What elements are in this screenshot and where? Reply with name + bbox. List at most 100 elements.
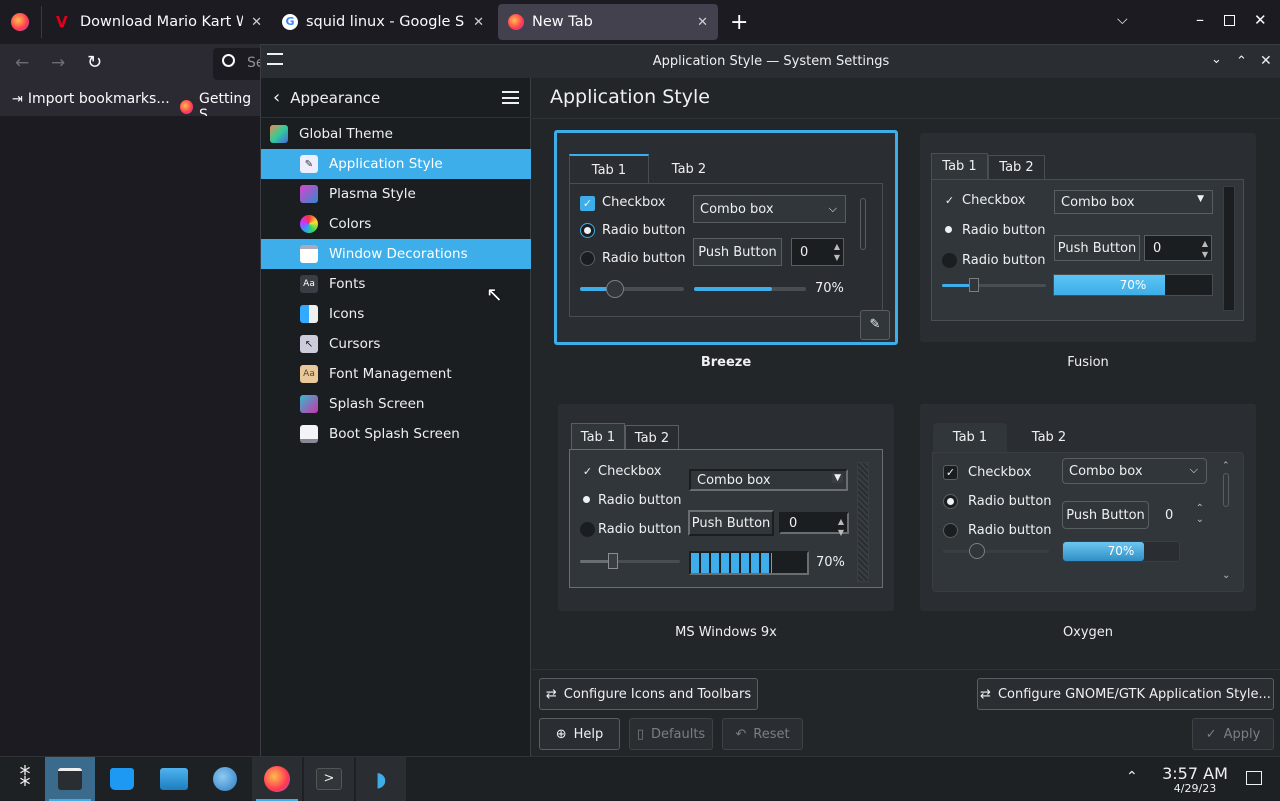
push-label: Push Button [1066, 507, 1145, 523]
header-divider [532, 118, 1280, 119]
button-label: Apply [1223, 726, 1261, 742]
firefox-icon [180, 100, 194, 114]
browser-globe-icon[interactable] [200, 757, 250, 801]
button-label: Configure Icons and Toolbars [563, 686, 752, 702]
icons-icon [300, 305, 318, 323]
preview-push-button: Push Button [1062, 501, 1149, 529]
sidebar-item-label: Plasma Style [329, 186, 416, 202]
system-settings-icon[interactable] [45, 757, 95, 801]
preview-radio-on [943, 494, 958, 509]
preview-checkbox: ✓ [580, 196, 595, 211]
minimize-chevron-icon[interactable]: ⌄ [1211, 52, 1222, 67]
close-icon[interactable]: ✕ [1254, 11, 1267, 29]
preview-checkbox-label: Checkbox [962, 193, 1026, 208]
back-chevron-icon[interactable]: ‹ [273, 87, 280, 108]
style-name-breeze: Breeze [700, 355, 752, 370]
show-desktop-icon[interactable] [1246, 771, 1262, 785]
footer-divider [532, 669, 1280, 670]
sidebar-item-font-management[interactable]: Aa Font Management [261, 359, 531, 389]
settings-sidebar: ‹ Appearance Global Theme ✎ Application … [261, 78, 531, 757]
configure-gtk-style-button[interactable]: ⇄ Configure GNOME/GTK Application Style..… [977, 678, 1274, 710]
mariokart-icon: V [56, 14, 72, 30]
file-manager-icon[interactable] [149, 757, 199, 801]
preview-spinbox: 0 ▲ ▼ [779, 512, 849, 537]
slider-knob [969, 543, 985, 559]
system-tray-expand-chevron-icon[interactable]: ⌃ [1126, 769, 1138, 785]
preview-slider [943, 550, 1049, 553]
spin-arrows-icon: ▲ ▼ [1201, 239, 1208, 259]
preview-radio-label: Radio button [962, 223, 1046, 238]
tab-label: Tab 1 [580, 429, 616, 445]
preview-checkbox-label: Checkbox [598, 464, 662, 479]
sidebar-item-cursors[interactable]: ↖ Cursors [261, 329, 531, 359]
preview-frame: ✓ Checkbox Radio button Radio button Com… [569, 449, 883, 588]
spin-value: 0 [800, 244, 809, 260]
bookmarks-toolbar: ⇥ Import bookmarks... Getting S [0, 84, 260, 123]
sidebar-item-splash-screen[interactable]: Splash Screen [261, 389, 531, 419]
browser-tab-google[interactable]: G squid linux - Google Search ✕ [272, 4, 494, 40]
bookmark-import[interactable]: ⇥ Import bookmarks... [12, 91, 170, 107]
sidebar-item-colors[interactable]: Colors [261, 209, 531, 239]
maximize-chevron-icon[interactable]: ⌃ [1236, 54, 1247, 69]
preview-scrollbar [1223, 186, 1235, 311]
preview-slider [580, 287, 684, 291]
style-card-breeze[interactable]: Tab 1 Tab 2 ✓ Checkbox Radio button Radi… [554, 130, 898, 345]
combo-label: Combo box [697, 472, 771, 488]
edit-pencil-icon[interactable]: ✎ [860, 310, 890, 340]
sidebar-item-global-theme[interactable]: Global Theme [261, 119, 531, 149]
terminal-icon[interactable]: > [304, 757, 354, 801]
minimize-icon[interactable]: – [1196, 10, 1204, 29]
hamburger-menu-icon[interactable] [502, 91, 519, 104]
browser-tab-mario-kart[interactable]: V Download Mario Kart Wii ✕ [46, 4, 272, 40]
sidebar-item-label: Fonts [329, 276, 366, 292]
push-label: Push Button [698, 244, 777, 260]
tab-label: Tab 2 [1031, 430, 1067, 445]
preview-progress-label: 70% [1119, 278, 1147, 292]
preview-progress: 70% [1062, 541, 1180, 562]
reload-icon[interactable]: ↻ [87, 52, 102, 73]
clock-date[interactable]: 4/29/23 [1152, 782, 1238, 795]
defaults-button[interactable]: ▯ Defaults [629, 718, 713, 750]
maximize-icon[interactable] [1224, 15, 1235, 26]
sidebar-item-application-style[interactable]: ✎ Application Style [261, 149, 531, 179]
chevron-down-icon: ⌵ [1189, 463, 1198, 476]
sidebar-item-window-decorations[interactable]: Window Decorations [261, 239, 531, 269]
preview-radio-label: Radio button [602, 223, 686, 238]
preview-progress [689, 551, 809, 575]
style-card-oxygen[interactable]: Tab 1 Tab 2 ✓ Checkbox Radio button Radi… [920, 404, 1256, 611]
browser-tab-new-tab[interactable]: New Tab ✕ [498, 4, 718, 40]
back-arrow-icon[interactable]: ← [15, 53, 29, 73]
tab-label: Tab 2 [634, 430, 670, 446]
preview-spinbox: 0 ▲ ▼ [1144, 235, 1212, 261]
reset-button[interactable]: ↶ Reset [722, 718, 803, 750]
style-card-ms-windows-9x[interactable]: Tab 1 Tab 2 ✓ Checkbox Radio button Radi… [558, 404, 894, 611]
new-tab-plus-icon[interactable]: + [730, 10, 748, 35]
list-all-tabs-chevron-icon[interactable]: ⌵ [1117, 12, 1128, 28]
slider-knob [608, 553, 618, 569]
plasma-style-icon [300, 185, 318, 203]
style-card-fusion[interactable]: Tab 1 Tab 2 ✓ Checkbox Radio button Radi… [920, 133, 1256, 342]
clock-time[interactable]: 3:57 AM [1152, 764, 1238, 783]
firefox-view-icon[interactable] [11, 13, 29, 31]
chevron-down-icon: ⌵ [828, 202, 837, 215]
discover-icon[interactable] [97, 757, 147, 801]
apply-button[interactable]: ✓ Apply [1192, 718, 1274, 750]
close-icon[interactable]: ✕ [473, 15, 484, 30]
close-icon[interactable]: ✕ [251, 15, 262, 30]
sidebar-item-plasma-style[interactable]: Plasma Style [261, 179, 531, 209]
sidebar-item-label: Font Management [329, 366, 452, 382]
combo-label: Combo box [700, 201, 774, 217]
sidebar-item-boot-splash-screen[interactable]: Boot Splash Screen [261, 419, 531, 449]
configure-icons-toolbars-button[interactable]: ⇄ Configure Icons and Toolbars [539, 678, 758, 710]
forward-arrow-icon[interactable]: → [51, 53, 65, 73]
app-launcher-icon[interactable]: ⁑ [0, 757, 50, 801]
help-button[interactable]: ⊕ Help [539, 718, 620, 750]
button-label: Defaults [650, 726, 706, 742]
style-name-ms-windows-9x: MS Windows 9x [675, 625, 777, 640]
dolphin-icon[interactable]: ◗ [356, 757, 406, 801]
preview-scrollbar [857, 462, 869, 582]
window-titlebar[interactable]: Application Style — System Settings ⌄ ⌃ … [261, 45, 1280, 78]
firefox-icon[interactable] [252, 757, 302, 801]
close-icon[interactable]: ✕ [697, 15, 708, 30]
close-icon[interactable]: ✕ [1260, 53, 1272, 69]
